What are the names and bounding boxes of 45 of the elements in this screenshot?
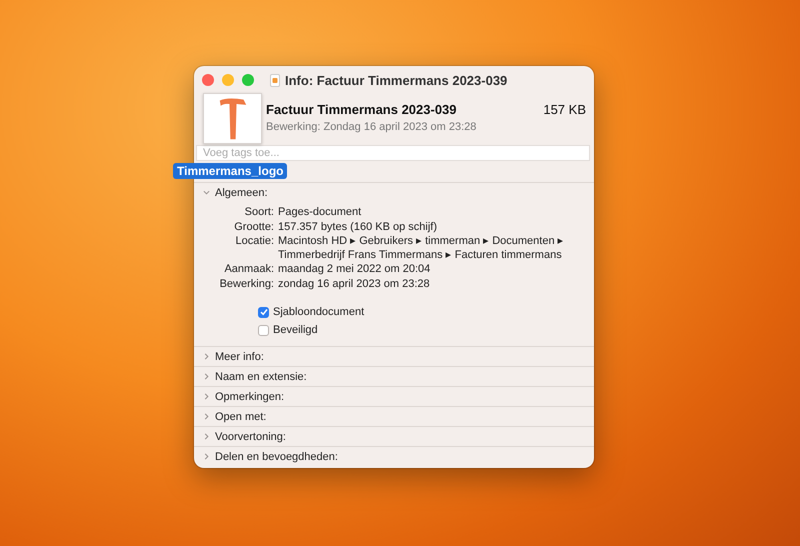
chevron-down-icon [203,189,210,196]
file-name: Factuur Timmermans 2023-039 [266,102,458,117]
drag-label: Timmermans_logo [173,163,288,179]
file-size: 157 KB [543,102,586,119]
chevron-right-icon [203,393,210,400]
chevron-right-icon [203,413,210,420]
info-value: Pages-document [278,206,362,220]
section-header[interactable]: Voorvertoning: [194,427,594,446]
tags-field[interactable]: Voeg tags toe... [196,145,590,161]
section-title: Open met: [215,410,266,422]
section-title: Algemeen: [215,186,268,198]
checkbox[interactable] [258,324,269,336]
info-value: 157.357 bytes (160 KB op schijf) [278,220,438,234]
checkbox-label: Sjabloondocument [273,306,364,318]
section-title: Opmerkingen: [215,390,284,402]
section-title: Naam en extensie: [215,370,307,382]
section-header[interactable]: Meer info: [194,347,594,366]
section-header[interactable]: Opmerkingen: [194,387,594,406]
window-title: Info: Factuur Timmermans 2023-039 [285,72,508,88]
info-label: Soort: [244,206,274,220]
section-title: Meer info: [215,350,264,362]
info-label: Aanmaak: [223,263,274,276]
zoom-button[interactable] [242,74,254,86]
info-value: zondag 16 april 2023 om 23:28 [278,278,431,291]
minimize-button[interactable] [222,74,234,86]
info-label: Locatie: [234,235,274,249]
section-title: Voorvertoning: [215,430,286,442]
checkbox-label: Beveiligd [273,324,318,336]
info-value: maandag 2 mei 2022 om 20:04 [278,263,432,276]
section-header[interactable]: Open met: [194,407,594,426]
chevron-right-icon [203,433,210,440]
document-icon [270,74,280,86]
section-header[interactable]: Algemeen: [194,183,594,202]
info-label: Grootte: [233,220,274,234]
section-header[interactable]: Delen en bevoegdheden: [194,447,594,466]
modified-date: Bewerking: Zondag 16 april 2023 om 23:28 [266,121,478,133]
chevron-right-icon [203,453,210,460]
close-button[interactable] [202,74,214,86]
section-title: Delen en bevoegdheden: [215,450,338,462]
image-thumbnail[interactable] [203,93,262,144]
chevron-right-icon [203,373,210,380]
chevron-right-icon [203,353,210,360]
section-header[interactable]: Naam en extensie: [194,367,594,386]
info-label: Bewerking: [218,278,274,291]
checkbox[interactable] [258,306,269,318]
